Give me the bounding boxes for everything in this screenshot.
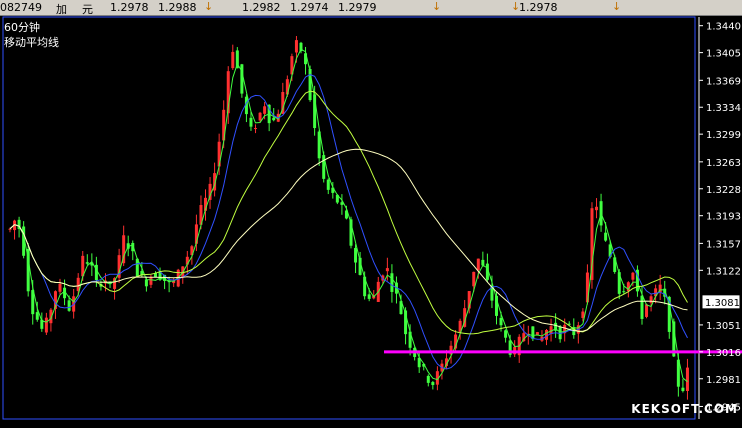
candle-body (35, 312, 39, 320)
y-tick-label: 1.3193 (706, 212, 741, 223)
candle-body (263, 106, 267, 114)
price-axis: 1.3440 1.3405 1.3369 1.3334 1.3299 1.3263 1.32… (699, 22, 741, 413)
candlestick-series (8, 35, 689, 400)
y-tick-label: 1.3263 (706, 158, 741, 169)
y-tick-label: 1.3051 (706, 321, 741, 332)
period-label: 60分钟 (4, 21, 40, 34)
candle-body (294, 40, 298, 53)
candle-body (249, 117, 253, 127)
candle-body (640, 295, 644, 319)
y-tick-label: 1.3228 (706, 185, 741, 196)
y-tick-label: 1.3369 (706, 76, 741, 87)
candle-body (8, 228, 12, 230)
candle-body (385, 268, 389, 272)
watermark-logo: KEKSOFT.COM (631, 402, 738, 416)
candle-body (272, 117, 276, 121)
y-tick-label: 1.3299 (706, 130, 741, 141)
candle-body (354, 247, 358, 263)
candle-body (504, 330, 508, 338)
symbol-code: 082749 (0, 1, 42, 14)
candle-body (631, 272, 635, 280)
candle-body (149, 277, 153, 285)
candle-body (326, 179, 330, 190)
y-tick-label: 1.3157 (706, 239, 741, 250)
candle-body (67, 300, 71, 311)
y-tick-label: 1.2981 (706, 375, 741, 386)
current-price-text: 1.3081 (705, 298, 740, 309)
candle-body (595, 206, 599, 211)
candle-body (645, 304, 649, 317)
current-price-box: 1.3081 (701, 294, 741, 310)
candle-body (254, 128, 258, 130)
quote-value: 1.2979 (338, 1, 377, 14)
quote-bar: 082749 加 元 1.2978 1.2988 ↓ 1.2982 1.2974… (0, 0, 742, 16)
y-tick-label: 1.3334 (706, 103, 741, 114)
candle-body (476, 258, 480, 271)
candle-body (85, 262, 89, 264)
candle-body (390, 273, 394, 292)
symbol-label-b: 元 (82, 3, 93, 16)
candle-body (681, 387, 685, 392)
price-chart[interactable]: 1.3440 1.3405 1.3369 1.3334 1.3299 1.3263 1.32… (0, 16, 742, 424)
y-tick-label: 1.3122 (706, 266, 741, 277)
arrow-down-icon: ↓ (432, 0, 442, 13)
quote-value: 1.2982 (242, 1, 281, 14)
arrow-down-icon: ↓ (612, 0, 622, 13)
candle-body (426, 375, 430, 383)
symbol-label-a: 加 (56, 3, 67, 16)
indicator-label: 移动平均线 (4, 36, 59, 49)
ma-long-line (9, 90, 688, 335)
candle-body (499, 317, 503, 326)
candle-body (231, 51, 235, 69)
candle-body (44, 317, 48, 333)
candle-body (685, 367, 689, 392)
moving-average-lines (9, 48, 688, 383)
y-tick-label: 1.3440 (706, 22, 741, 33)
last-price: 1.2978 (519, 1, 558, 14)
y-tick-label: 1.3016 (706, 348, 741, 359)
quote-value: 1.2978 (110, 1, 149, 14)
candle-body (258, 112, 262, 121)
chart-canvas[interactable]: 1.3440 1.3405 1.3369 1.3334 1.3299 1.3263 1.32… (0, 16, 742, 424)
candle-body (604, 232, 608, 241)
quote-value: 1.2988 (158, 1, 197, 14)
y-tick-label: 1.3405 (706, 49, 741, 60)
ma-fast-line (9, 48, 688, 383)
arrow-down-icon: ↓ (204, 0, 214, 13)
candle-body (367, 294, 371, 299)
candle-body (545, 330, 549, 340)
candle-body (649, 296, 653, 303)
candle-body (58, 283, 62, 292)
ma-slow-line (9, 148, 688, 332)
candle-body (431, 382, 435, 386)
ma-mid-line (9, 74, 688, 370)
candle-body (472, 271, 476, 287)
quote-value: 1.2974 (290, 1, 329, 14)
candle-body (144, 279, 148, 287)
candle-body (481, 259, 485, 266)
candle-body (622, 291, 626, 293)
